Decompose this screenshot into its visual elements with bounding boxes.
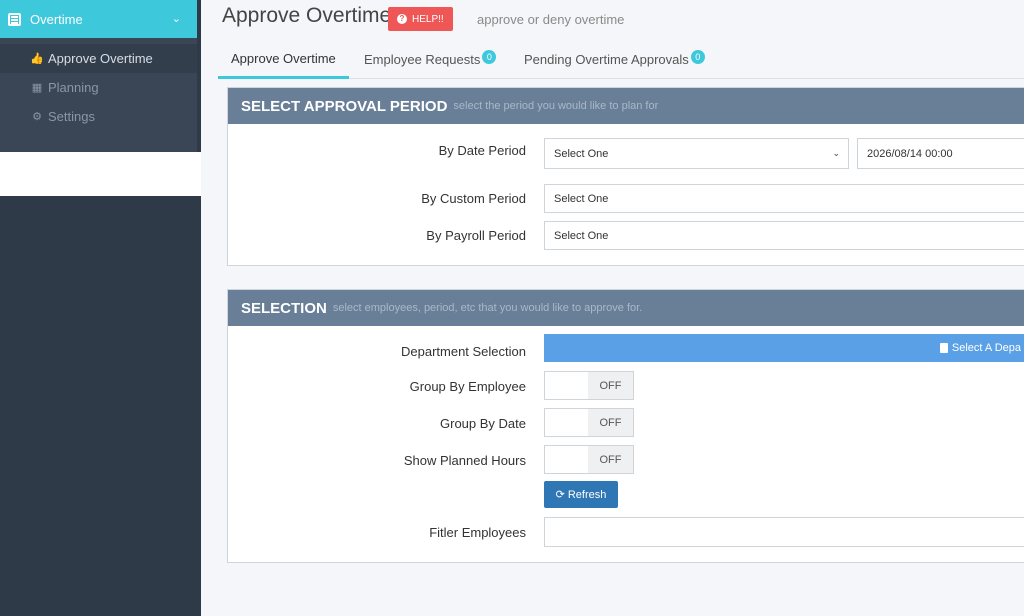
building-icon <box>939 343 948 353</box>
planned-hours-toggle[interactable]: OFF <box>544 445 634 474</box>
panel-title: SELECTION <box>241 299 327 317</box>
question-icon: ? <box>397 14 407 24</box>
sidebar-menu-overtime[interactable]: Overtime ⌄ <box>0 0 197 38</box>
panel-header: SELECT APPROVAL PERIOD select the period… <box>228 88 1024 124</box>
refresh-icon: ⟳ <box>555 489 565 501</box>
payroll-period-select[interactable]: Select One <box>544 221 1024 250</box>
selection-panel: SELECTION select employees, period, etc … <box>227 289 1024 563</box>
tab-pending-approvals[interactable]: Pending Overtime Approvals 0 <box>524 40 705 79</box>
select-department-button[interactable]: Select A Depa <box>544 334 1024 362</box>
sidebar-item-label: Approve Overtime <box>48 51 153 66</box>
count-badge: 0 <box>482 49 497 64</box>
date-input[interactable]: 2026/08/14 00:00 <box>857 138 1024 169</box>
group-employee-toggle[interactable]: OFF <box>544 371 634 400</box>
help-label: HELP!! <box>412 13 444 25</box>
panel-subtitle: select employees, period, etc that you w… <box>332 302 643 314</box>
help-button[interactable]: ? HELP!! <box>388 7 453 31</box>
tab-approve-overtime[interactable]: Approve Overtime <box>218 40 349 79</box>
panel-subtitle: select the period you would like to plan… <box>453 100 659 112</box>
tab-label: Pending Overtime Approvals <box>524 52 689 67</box>
sidebar-submenu: 👍 Approve Overtime ▦ Planning ⚙ Settings <box>0 38 197 152</box>
tab-employee-requests[interactable]: Employee Requests 0 <box>364 40 497 79</box>
toggle-state: OFF <box>588 409 633 436</box>
group-date-toggle[interactable]: OFF <box>544 408 634 437</box>
select-value: Select One <box>554 147 609 160</box>
thumbs-up-icon: 👍 <box>30 53 44 65</box>
tab-bar: Approve Overtime Employee Requests 0 Pen… <box>218 40 1024 79</box>
custom-period-label: By Custom Period <box>421 191 526 206</box>
planned-hours-label: Show Planned Hours <box>403 453 526 468</box>
toggle-state: OFF <box>588 446 633 473</box>
department-button-label: Select A Depa <box>951 342 1021 354</box>
panel-title: SELECT APPROVAL PERIOD <box>241 97 448 115</box>
gears-icon: ⚙ <box>32 111 42 123</box>
sidebar-item-settings[interactable]: ⚙ Settings <box>0 102 197 131</box>
page-title: Approve Overtime <box>222 4 392 27</box>
tab-label: Approve Overtime <box>231 50 336 66</box>
group-date-label: Group By Date <box>440 416 526 431</box>
calculator-icon <box>8 12 21 26</box>
sidebar-item-label: Planning <box>48 80 99 95</box>
count-badge: 0 <box>690 49 705 64</box>
sidebar-item-label: Settings <box>48 109 95 124</box>
filter-employees-input[interactable] <box>544 517 1024 547</box>
select-value: Select One <box>554 229 609 242</box>
sidebar-gap <box>0 152 201 196</box>
select-value: Select One <box>554 192 609 205</box>
chevron-down-icon: ⌄ <box>171 13 181 25</box>
date-period-label: By Date Period <box>438 143 526 158</box>
approval-period-panel: SELECT APPROVAL PERIOD select the period… <box>227 87 1024 266</box>
refresh-label: Refresh <box>567 488 607 501</box>
chevron-down-icon: ⌄ <box>832 148 840 158</box>
group-employee-label: Group By Employee <box>409 379 526 394</box>
toggle-state: OFF <box>588 372 633 399</box>
sidebar-menu-label: Overtime <box>30 11 83 27</box>
tab-label: Employee Requests <box>364 52 481 67</box>
department-label: Department Selection <box>400 344 526 359</box>
refresh-button[interactable]: ⟳ Refresh <box>544 481 618 508</box>
panel-header: SELECTION select employees, period, etc … <box>228 290 1024 326</box>
date-value: 2026/08/14 00:00 <box>867 147 953 160</box>
sidebar-item-approve-overtime[interactable]: 👍 Approve Overtime <box>0 44 197 73</box>
sidebar-item-planning[interactable]: ▦ Planning <box>0 73 197 102</box>
page-subtitle: approve or deny overtime <box>477 12 625 27</box>
payroll-period-label: By Payroll Period <box>426 228 526 243</box>
calendar-icon: ▦ <box>31 82 43 94</box>
custom-period-select[interactable]: Select One <box>544 184 1024 213</box>
date-period-select[interactable]: Select One ⌄ <box>544 138 849 169</box>
filter-label: Fitler Employees <box>429 525 526 540</box>
